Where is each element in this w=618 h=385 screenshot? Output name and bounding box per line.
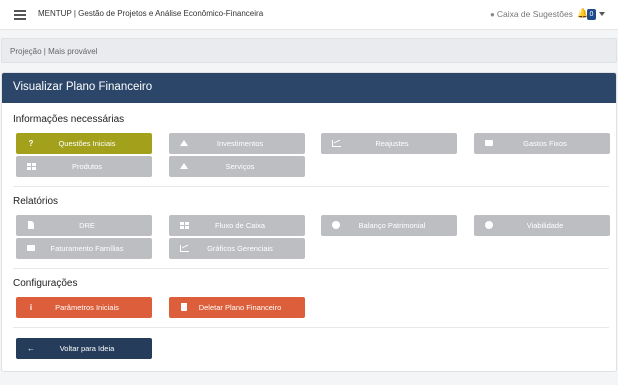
faturamento-familias-button[interactable]: Faturamento Famílias	[16, 238, 152, 259]
app-title: MENTUP | Gestão de Projetos e Análise Ec…	[38, 9, 264, 18]
info-icon: i	[29, 302, 33, 312]
deletar-plano-button[interactable]: Deletar Plano Financeiro	[169, 297, 305, 318]
graficos-gerenciais-button[interactable]: Gráficos Gerenciais	[169, 238, 305, 259]
menu-icon[interactable]	[14, 10, 26, 20]
financial-plan-card: Visualizar Plano Financeiro Informações …	[1, 72, 617, 372]
dre-button[interactable]: DRE	[16, 215, 152, 236]
questoes-iniciais-button[interactable]: ? Questões Iniciais	[16, 133, 152, 154]
divider	[13, 186, 609, 187]
image-icon	[26, 243, 36, 253]
section-title-reports: Relatórios	[13, 196, 59, 207]
arrow-left-icon: ←	[27, 343, 35, 353]
boxes-icon	[26, 161, 36, 171]
building-icon	[179, 220, 189, 230]
servicos-button[interactable]: Serviços	[169, 156, 305, 177]
reajustes-button[interactable]: Reajustes	[321, 133, 457, 154]
section-title-config: Configurações	[13, 278, 78, 289]
comment-icon	[484, 220, 494, 230]
lightbulb-icon: ●	[490, 10, 495, 19]
eject-icon	[179, 161, 189, 171]
file-icon	[26, 220, 36, 230]
section-title-info: Informações necessárias	[13, 114, 125, 125]
balanco-patrimonial-button[interactable]: Balanço Patrimonial	[321, 215, 457, 236]
suggestions-link[interactable]: ● Caixa de Sugestões	[490, 9, 573, 19]
top-navbar: MENTUP | Gestão de Projetos e Análise Ec…	[0, 0, 618, 30]
divider	[13, 268, 609, 269]
viabilidade-button[interactable]: Viabilidade	[474, 215, 610, 236]
chevron-down-icon[interactable]	[599, 12, 605, 16]
investimentos-button[interactable]: Investimentos	[169, 133, 305, 154]
money-icon	[484, 138, 494, 148]
back-to-idea-button[interactable]: ← Voltar para Ideia	[16, 338, 152, 359]
trash-icon	[179, 302, 189, 312]
chart-icon	[331, 138, 341, 148]
notification-badge: 0	[587, 9, 596, 20]
suggestions-label: Caixa de Sugestões	[496, 9, 573, 19]
scale-icon	[331, 220, 341, 230]
parametros-iniciais-button[interactable]: i Parâmetros Iniciais	[16, 297, 152, 318]
line-chart-icon	[179, 243, 189, 253]
breadcrumb: Projeção | Mais provável	[1, 38, 617, 63]
divider	[13, 327, 609, 328]
download-icon	[179, 138, 189, 148]
question-icon: ?	[28, 138, 34, 148]
gastos-fixos-button[interactable]: Gastos Fixos	[474, 133, 610, 154]
produtos-button[interactable]: Produtos	[16, 156, 152, 177]
fluxo-caixa-button[interactable]: Fluxo de Caixa	[169, 215, 305, 236]
card-title: Visualizar Plano Financeiro	[2, 73, 616, 103]
